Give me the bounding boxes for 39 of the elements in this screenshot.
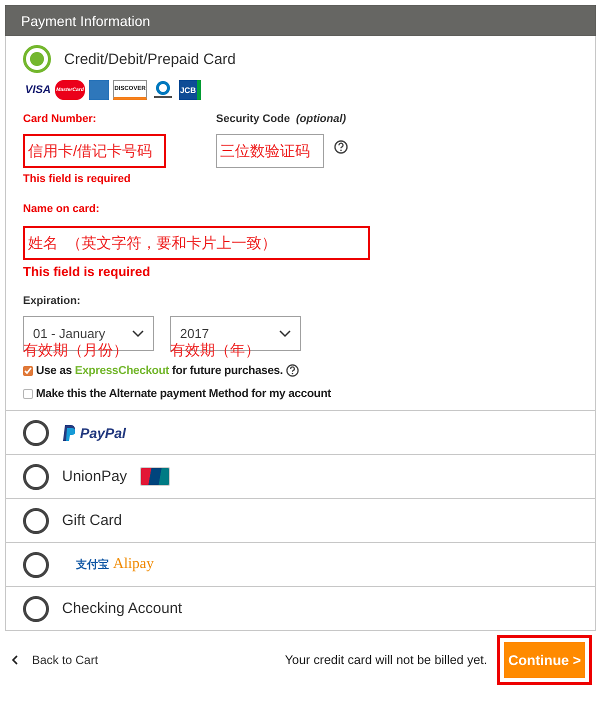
visa-logo: VISA — [25, 83, 51, 98]
radio-button[interactable] — [23, 45, 51, 73]
help-icon[interactable] — [286, 364, 299, 377]
error-message: This field is required — [23, 173, 132, 185]
method-label: Credit/Debit/Prepaid Card — [64, 50, 236, 68]
radio-button[interactable] — [23, 464, 49, 490]
chevron-down-icon — [132, 330, 144, 338]
alipay-logo: 支付宝 Alipay — [76, 556, 154, 573]
chevron-down-icon — [279, 330, 291, 338]
chevron-left-icon — [12, 655, 18, 665]
name-field[interactable]: 姓名 （英文字符，要和卡片上一致） — [23, 226, 370, 260]
back-link[interactable]: Back to Cart — [12, 653, 98, 667]
checkbox[interactable] — [23, 389, 33, 399]
method-label: Gift Card — [62, 512, 122, 529]
field-label: Expiration: — [23, 295, 82, 309]
security-code-field[interactable]: 三位数验证码 — [216, 134, 324, 168]
panel-header: Payment Information — [5, 5, 596, 36]
field-label: Card Number: — [23, 113, 98, 127]
radio-button[interactable] — [23, 552, 49, 578]
paypal-logo: PayPal — [62, 424, 126, 440]
radio-button[interactable] — [23, 508, 49, 534]
field-label: Name on card: — [23, 203, 100, 217]
method-label: Checking Account — [62, 600, 182, 617]
jcb-logo: JCB — [179, 80, 201, 100]
radio-button[interactable] — [23, 420, 49, 446]
amex-logo — [89, 80, 109, 100]
error-message: This field is required — [23, 264, 152, 279]
continue-button[interactable]: Continue > — [504, 642, 585, 678]
checkbox[interactable] — [23, 366, 33, 376]
diners-logo — [151, 80, 175, 100]
billing-note: Your credit card will not be billed yet. — [284, 653, 488, 667]
checkbox-label: Use as ExpressCheckout for future purchases. — [36, 364, 283, 376]
help-icon[interactable] — [334, 140, 348, 154]
field-label: Security Code (optional) — [216, 113, 348, 127]
method-label: UnionPay — [62, 468, 128, 485]
radio-button[interactable] — [23, 596, 49, 622]
unionpay-logo — [140, 467, 170, 486]
card-number-field[interactable]: 信用卡/借记卡号码 — [23, 134, 166, 168]
checkbox-label: Make this the Alternate payment Method for my account — [36, 388, 332, 400]
